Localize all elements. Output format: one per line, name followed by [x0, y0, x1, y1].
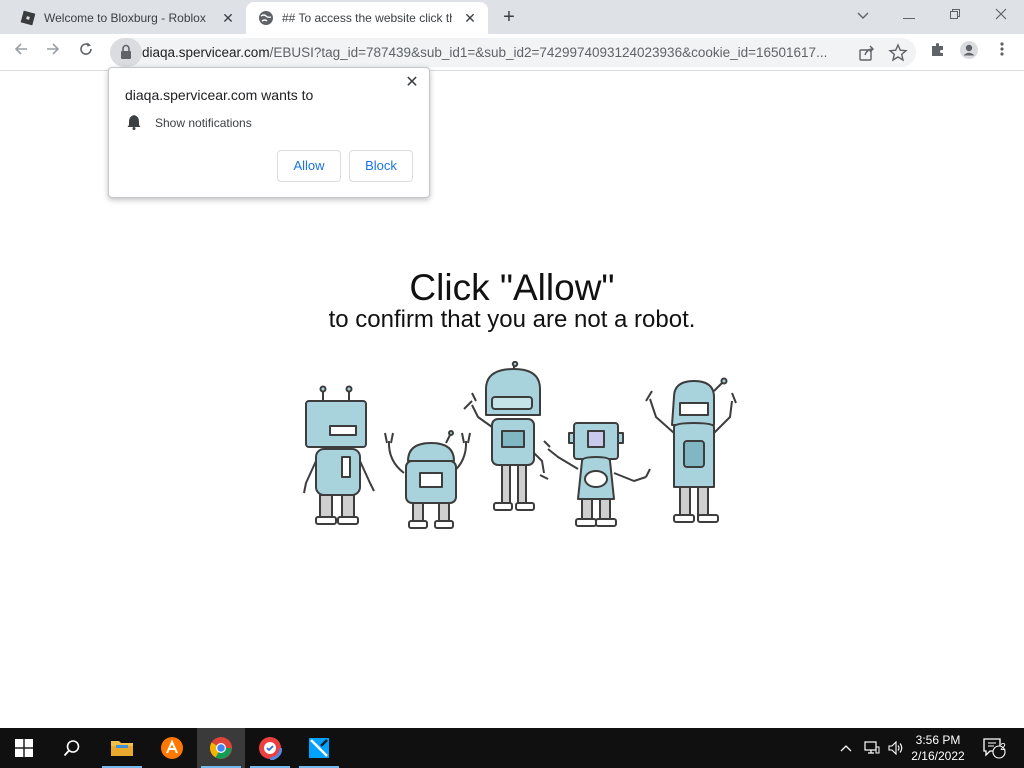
new-tab-plus-icon[interactable]: + — [498, 6, 520, 28]
url-text: diaqa.spervicear.com/EBUSI?tag_id=787439… — [142, 45, 842, 60]
url-host: diaqa.spervicear.com — [142, 45, 270, 60]
network-icon[interactable] — [860, 728, 884, 768]
profile-avatar-icon[interactable] — [956, 40, 982, 66]
search-icon[interactable] — [48, 728, 96, 768]
url-path: /EBUSI?tag_id=787439&sub_id1=&sub_id2=74… — [269, 45, 828, 60]
tab-strip: Welcome to Bloxburg - Roblox ✕ ## To acc… — [0, 0, 1024, 34]
popup-title: diaqa.spervicear.com wants to — [125, 87, 314, 103]
tab-title: Welcome to Bloxburg - Roblox — [44, 11, 206, 25]
start-windows-icon[interactable] — [0, 728, 48, 768]
robot-1-illustration — [303, 385, 375, 525]
reload-icon[interactable] — [73, 40, 99, 66]
roblox-favicon-icon — [20, 10, 36, 26]
kebab-menu-icon[interactable] — [989, 40, 1015, 66]
lock-icon[interactable] — [110, 38, 142, 67]
show-hidden-icons-chevron-up-icon[interactable] — [836, 728, 856, 768]
robot-3-illustration — [463, 361, 549, 511]
page-headline: Click "Allow" — [409, 267, 615, 308]
bookmark-star-icon[interactable] — [887, 42, 909, 64]
minimize-icon[interactable] — [894, 4, 924, 26]
address-bar[interactable]: diaqa.spervicear.com/EBUSI?tag_id=787439… — [110, 38, 916, 67]
browser-toolbar: diaqa.spervicear.com/EBUSI?tag_id=787439… — [0, 34, 1024, 71]
clock-date: 2/16/2022 — [911, 749, 965, 763]
robot-4-illustration — [543, 422, 651, 527]
robot-2-illustration — [384, 430, 471, 529]
tab-title: ## To access the website click the — [282, 11, 452, 25]
restore-icon[interactable] — [940, 4, 970, 26]
clock-time: 3:56 PM — [915, 733, 961, 747]
tab-active-scam-page[interactable]: ## To access the website click the ✕ — [246, 2, 488, 34]
robot-5-illustration — [645, 377, 737, 523]
tab-search-chevron-icon[interactable] — [848, 4, 878, 26]
globe-icon — [258, 10, 274, 26]
robots-illustration — [303, 361, 737, 529]
taskbar-clock[interactable]: 3:56 PM 2/16/2022 — [900, 732, 976, 764]
share-icon[interactable] — [856, 42, 878, 64]
notification-count-badge: 2 — [1000, 742, 1006, 753]
action-center-notifications-icon[interactable]: 2 — [980, 728, 1008, 768]
tab-close-icon[interactable]: ✕ — [462, 10, 478, 26]
popup-close-icon[interactable]: ✕ — [403, 74, 421, 92]
extensions-puzzle-icon[interactable] — [925, 40, 951, 66]
permission-label: Show notifications — [155, 116, 252, 130]
page-subline: to confirm that you are not a robot. — [328, 306, 696, 333]
chrome-icon[interactable] — [197, 728, 245, 768]
tab-bloxburg[interactable]: Welcome to Bloxburg - Roblox ✕ — [8, 2, 246, 34]
avast-icon[interactable] — [148, 728, 196, 768]
windows-taskbar: 3:56 PM 2/16/2022 2 — [0, 728, 1024, 768]
block-button[interactable]: Block — [349, 150, 413, 182]
roblox-studio-icon[interactable] — [295, 728, 343, 768]
close-window-icon[interactable] — [986, 4, 1016, 26]
secure-browser-icon[interactable] — [246, 728, 294, 768]
tab-close-icon[interactable]: ✕ — [220, 10, 236, 26]
file-explorer-icon[interactable] — [98, 728, 146, 768]
notification-permission-popup: diaqa.spervicear.com wants to ✕ Show not… — [108, 67, 430, 198]
back-arrow-icon[interactable] — [8, 40, 34, 66]
bell-icon — [127, 114, 141, 130]
forward-arrow-icon[interactable] — [40, 40, 66, 66]
allow-button[interactable]: Allow — [277, 150, 341, 182]
